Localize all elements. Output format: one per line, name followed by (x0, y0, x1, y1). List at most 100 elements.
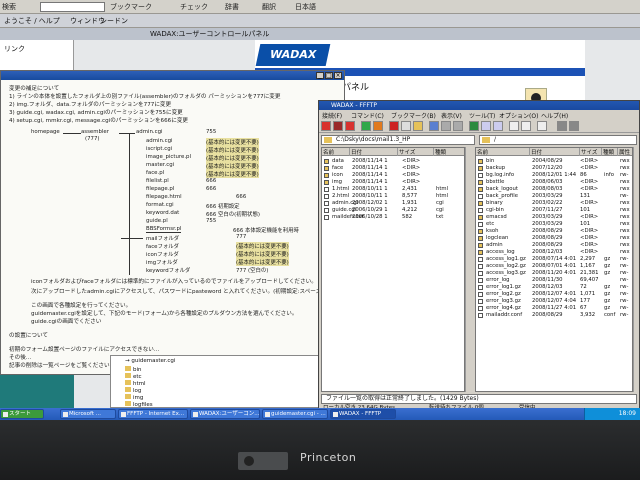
taskbar-button[interactable]: guidemaster.cgi - ... (262, 409, 328, 419)
file-row[interactable]: back_logout 2008/08/03 <DIR> rwx (476, 186, 632, 193)
local-path-field[interactable]: C:\Dsky\docs\mail1.3_HP (321, 135, 475, 145)
link-item[interactable]: ようこそ / ヘルプ (4, 16, 60, 26)
file-row[interactable]: img 2008/11/14 1 <DIR> (322, 179, 464, 186)
file-row[interactable]: data 2008/11/14 1 <DIR> (322, 158, 464, 165)
file-row[interactable]: access_log3.gz 2008/11/20 4:01 21,381 gz rw- (476, 270, 632, 277)
file-row[interactable]: cgi-bin 2007/11/27 101 rwx (476, 207, 632, 214)
taskbar-button[interactable]: WADAX:ユーザーコン... (190, 409, 260, 419)
remote-scrollbar[interactable] (633, 147, 639, 392)
rename-icon[interactable] (401, 121, 411, 131)
column-header[interactable]: 種類 (434, 148, 464, 156)
file-row[interactable]: back_profile 2003/03/29 131 rw- (476, 193, 632, 200)
toolbar-item[interactable]: チェック (180, 2, 208, 12)
file-row[interactable]: backup 2007/12/20 <DIR> rwx (476, 165, 632, 172)
explorer-item[interactable]: html (125, 380, 146, 387)
file-row[interactable]: 2.html 2008/10/11 1 8,577 html (322, 193, 464, 200)
file-row[interactable]: error_log2.gz 2008/12/07 4:01 1,071 gz rw- (476, 291, 632, 298)
disconnect-icon[interactable] (345, 121, 355, 131)
toolbar-item[interactable]: 辞書 (225, 2, 239, 12)
file-row[interactable]: icon 2008/11/14 1 <DIR> (322, 172, 464, 179)
file-row[interactable]: face 2008/11/14 1 <DIR> (322, 165, 464, 172)
binary-mode-icon[interactable] (469, 121, 479, 131)
start-button[interactable]: スタート (0, 409, 44, 419)
toolbar-item[interactable]: 検索 (2, 2, 16, 12)
file-row[interactable]: mailaddr.conf 2008/08/29 3,932 conf rw- (476, 312, 632, 319)
file-row[interactable]: etc 2003/03/29 101 rwx (476, 221, 632, 228)
close-icon[interactable]: × (334, 72, 342, 79)
upload-icon[interactable] (373, 121, 383, 131)
help-icon[interactable] (569, 121, 579, 131)
ftp-titlebar[interactable]: WADAX - FFFTP (319, 101, 639, 110)
ascii-mode-icon[interactable] (481, 121, 491, 131)
download-icon[interactable] (361, 121, 371, 131)
stop-icon[interactable] (537, 121, 547, 131)
column-header[interactable]: サイズ (580, 148, 602, 156)
taskbar-button[interactable]: FFFTP - Internet Ex... (118, 409, 188, 419)
toolbar-item[interactable]: 日本語 (295, 2, 316, 12)
file-row[interactable]: access_log2.gz 2008/07/01 4:01 1,167 gz rw- (476, 263, 632, 270)
explorer-item[interactable]: log (125, 387, 141, 394)
file-row[interactable]: error_log1.gz 2008/12/03 72 gz rw- (476, 284, 632, 291)
column-header[interactable]: 名前 (322, 148, 350, 156)
quick-connect-icon[interactable] (333, 121, 343, 131)
file-row[interactable]: guide.cgi 2006/10/29 1 4,212 cgi (322, 207, 464, 214)
explorer-item[interactable]: bin (125, 366, 142, 373)
file-row[interactable]: 1.html 2008/10/11 1 2,431 html (322, 186, 464, 193)
column-header[interactable]: 種類 (602, 148, 618, 156)
text-editor-window[interactable]: _ □ × 変更の補足について 1) ラインの本体を設置したフォルダ上の別ファイ… (0, 70, 345, 375)
file-row[interactable]: ksoh 2008/08/29 <DIR> rwx (476, 228, 632, 235)
file-row[interactable]: binary 2003/02/22 <DIR> rwx (476, 200, 632, 207)
sync-icon[interactable] (509, 121, 519, 131)
list-view-icon[interactable] (441, 121, 451, 131)
search-input[interactable] (40, 2, 105, 12)
file-row[interactable]: bbsttle 2008/06/03 <DIR> rwx (476, 179, 632, 186)
remote-path-field[interactable]: / (479, 135, 637, 145)
remote-file-list[interactable]: 名前 日付 サイズ 種類 属性 bin 2004/08/29 <DIR> rwx bac… (475, 147, 633, 392)
refresh-icon[interactable] (429, 121, 439, 131)
settings-icon[interactable] (557, 121, 567, 131)
file-row[interactable]: access_log1.gz 2008/07/14 4:01 2,297 gz rw- (476, 256, 632, 263)
maximize-icon[interactable]: □ (325, 72, 333, 79)
file-date: 2003/03/29 (532, 221, 563, 227)
file-row[interactable]: admin.cgi 2008/12/02 1 1,931 cgi (322, 200, 464, 207)
file-type: gz (604, 291, 611, 297)
local-scrollbar[interactable] (465, 147, 471, 392)
explorer-item[interactable]: etc (125, 373, 142, 380)
column-header[interactable]: 名前 (476, 148, 530, 156)
mkdir-icon[interactable] (413, 121, 423, 131)
explorer-item[interactable]: img (125, 394, 143, 401)
file-row[interactable]: error_log 2008/11/30 69,407 rw- (476, 277, 632, 284)
detail-view-icon[interactable] (453, 121, 463, 131)
file-row[interactable]: bg.log.info 2008/12/01 1:44 86 info rw- (476, 172, 632, 179)
auto-mode-icon[interactable] (493, 121, 503, 131)
taskbar-button[interactable]: Microsoft ... (60, 409, 116, 419)
file-row[interactable]: bin 2004/08/29 <DIR> rwx (476, 158, 632, 165)
column-header[interactable]: 日付 (350, 148, 398, 156)
toolbar-item[interactable]: ブックマーク (110, 2, 152, 12)
explorer-item[interactable]: logfiles (125, 401, 153, 408)
file-row[interactable]: admin 2008/08/29 <DIR> rwx (476, 242, 632, 249)
minimize-icon[interactable]: _ (316, 72, 324, 79)
column-header[interactable]: 日付 (530, 148, 580, 156)
local-file-list[interactable]: 名前 日付 サイズ 種類 data 2008/11/14 1 <DIR> face 20… (321, 147, 465, 392)
folder-icon (478, 187, 483, 192)
file-row[interactable]: access_log 2008/12/03 <DIR> rwx (476, 249, 632, 256)
toolbar-item[interactable]: 翻訳 (262, 2, 276, 12)
file-row[interactable]: emacsd 2003/03/29 <DIR> rwx (476, 214, 632, 221)
delete-icon[interactable] (389, 121, 399, 131)
column-header[interactable]: 属性 (618, 148, 632, 156)
clock[interactable]: 18:09 (619, 410, 636, 417)
editor-titlebar[interactable] (1, 71, 344, 80)
filter-icon[interactable] (521, 121, 531, 131)
link-item[interactable]: シードン (100, 16, 128, 26)
file-row[interactable]: error_log4.gz 2008/11/27 4:01 67 gz rw- (476, 305, 632, 312)
file-row[interactable]: error_log3.gz 2008/12/07 4:04 177 gz rw- (476, 298, 632, 305)
file-row[interactable]: logclean 2008/08/29 <DIR> rwx (476, 235, 632, 242)
browser-tab[interactable]: WADAX:ユーザーコントロールパネル (150, 29, 269, 39)
taskbar-button[interactable]: WADAX - FFFTP (330, 409, 396, 419)
sidebar-item[interactable]: リンク (4, 44, 25, 54)
column-header[interactable]: サイズ (398, 148, 434, 156)
ftp-window[interactable]: WADAX - FFFTP 接続(F) コマンド(C) ブックマーク(B) 表示… (318, 100, 640, 411)
connect-icon[interactable] (321, 121, 331, 131)
file-row[interactable]: maildefs.txt 2006/10/28 1 582 txt (322, 214, 464, 221)
